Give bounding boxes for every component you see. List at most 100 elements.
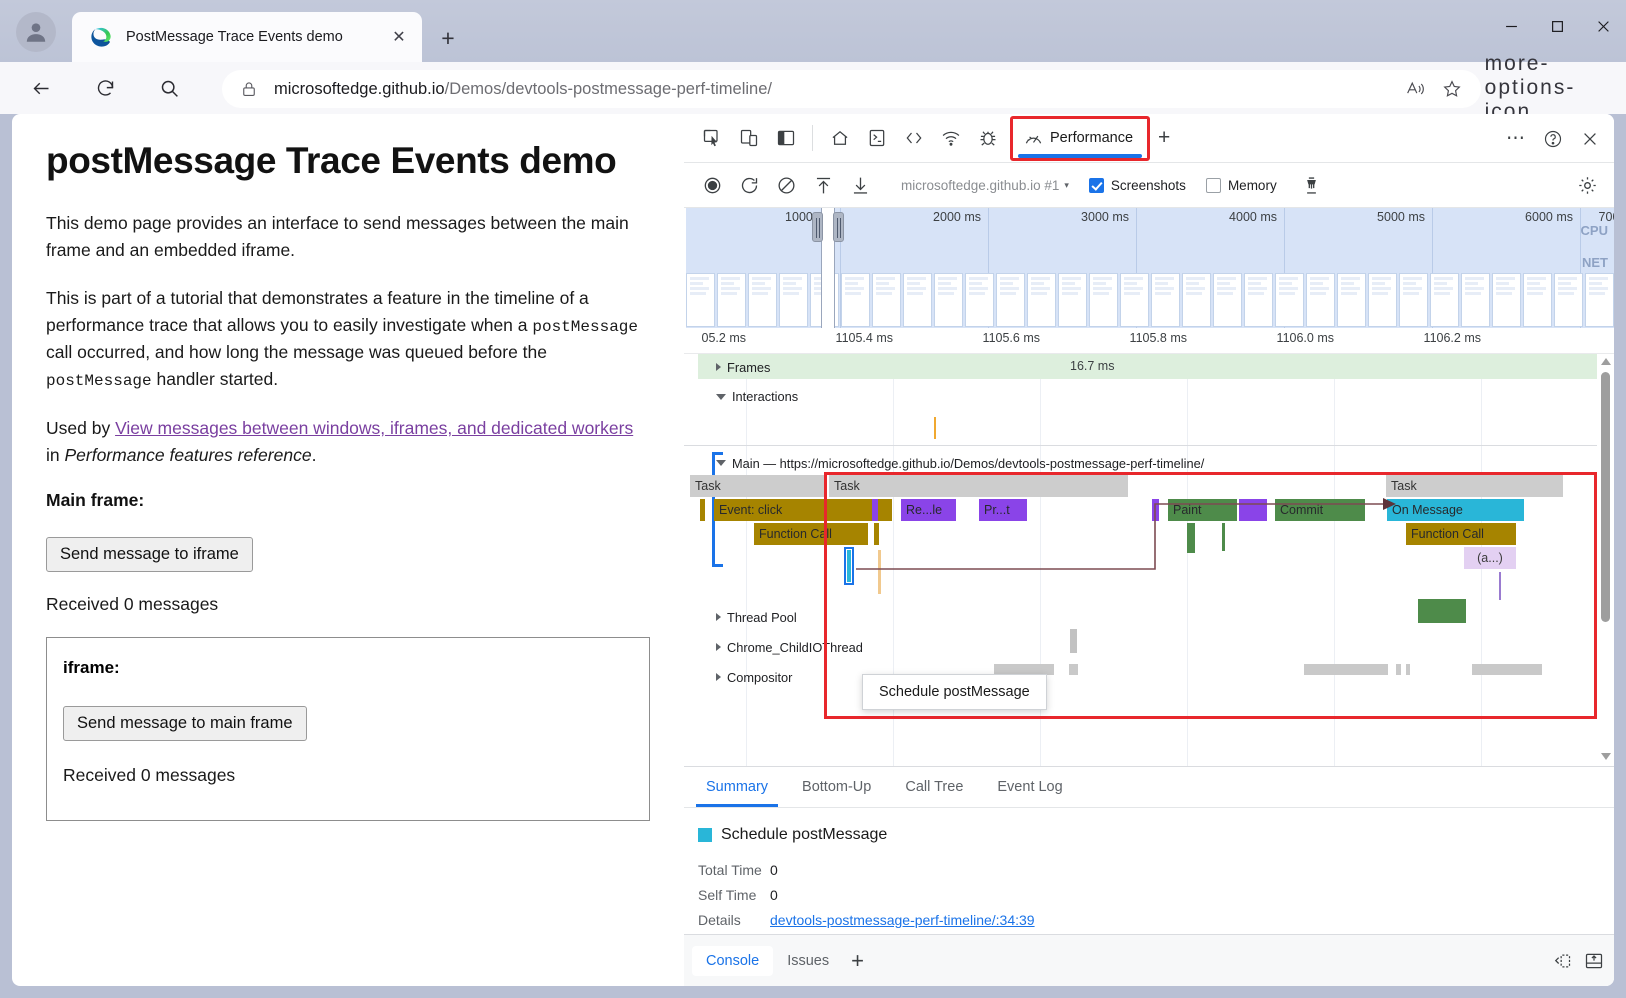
new-tab-button[interactable]: + bbox=[432, 22, 464, 54]
track-interactions[interactable]: Interactions bbox=[684, 380, 1597, 413]
filmstrip-thumb[interactable] bbox=[1306, 273, 1335, 327]
maximize-icon[interactable] bbox=[1534, 0, 1580, 52]
filmstrip-thumb[interactable] bbox=[779, 273, 808, 327]
scroll-up-arrow[interactable] bbox=[1601, 358, 1611, 365]
filmstrip-thumb[interactable] bbox=[1151, 273, 1180, 327]
overview-left-handle[interactable] bbox=[812, 212, 823, 242]
memory-checkbox-box[interactable] bbox=[1206, 178, 1221, 193]
drawer-add-tab-button[interactable]: + bbox=[851, 948, 864, 974]
filmstrip-thumb[interactable] bbox=[934, 273, 963, 327]
filmstrip-thumb[interactable] bbox=[1523, 273, 1552, 327]
read-aloud-icon[interactable] bbox=[1401, 76, 1431, 102]
flame-bar-task[interactable]: Task bbox=[690, 475, 827, 497]
flame-scrollbar[interactable] bbox=[1599, 354, 1612, 766]
filmstrip-thumb[interactable] bbox=[1554, 273, 1583, 327]
memory-checkbox[interactable]: Memory bbox=[1206, 178, 1277, 193]
thread-pool-bar[interactable] bbox=[1418, 599, 1466, 623]
filmstrip-thumb[interactable] bbox=[903, 273, 932, 327]
save-profile-icon[interactable] bbox=[844, 169, 877, 202]
expand-triangle-icon[interactable] bbox=[716, 643, 721, 651]
collect-garbage-icon[interactable] bbox=[1295, 169, 1328, 202]
filmstrip-thumb[interactable] bbox=[1368, 273, 1397, 327]
minimize-icon[interactable] bbox=[1488, 0, 1534, 52]
flame-bar-small[interactable] bbox=[1187, 523, 1195, 553]
filmstrip-thumb[interactable] bbox=[1430, 273, 1459, 327]
record-circle-icon[interactable] bbox=[696, 169, 729, 202]
tab-summary[interactable]: Summary bbox=[689, 767, 785, 807]
filmstrip-thumb[interactable] bbox=[1089, 273, 1118, 327]
screenshots-checkbox-box[interactable] bbox=[1089, 178, 1104, 193]
filmstrip-thumb[interactable] bbox=[1399, 273, 1428, 327]
star-favorite-icon[interactable] bbox=[1437, 76, 1467, 102]
flame-bar-task[interactable]: Task bbox=[1386, 475, 1563, 497]
filmstrip-thumb[interactable] bbox=[1027, 273, 1056, 327]
open-drawer-icon[interactable] bbox=[1584, 951, 1604, 971]
load-profile-icon[interactable] bbox=[807, 169, 840, 202]
compositor-bar[interactable] bbox=[1396, 664, 1401, 675]
flame-bar-function-call[interactable]: Function Call bbox=[754, 523, 868, 545]
flame-bar-small[interactable] bbox=[1499, 572, 1501, 600]
help-icon[interactable] bbox=[1534, 120, 1571, 157]
filmstrip-thumb[interactable] bbox=[1058, 273, 1087, 327]
reload-and-record-icon[interactable] bbox=[733, 169, 766, 202]
docs-link[interactable]: View messages between windows, iframes, … bbox=[115, 418, 633, 438]
filmstrip-thumb[interactable] bbox=[1461, 273, 1490, 327]
track-compositor[interactable]: Compositor bbox=[684, 662, 1597, 692]
drawer-tab-issues[interactable]: Issues bbox=[773, 946, 843, 976]
flame-bar-anonymous[interactable]: (a...) bbox=[1464, 547, 1516, 569]
network-wifi-icon[interactable] bbox=[932, 120, 969, 157]
timeline-overview[interactable]: 1000 ms 2000 ms 3000 ms 4000 ms 5000 ms … bbox=[684, 208, 1614, 328]
profile-avatar-icon[interactable] bbox=[16, 12, 56, 52]
filmstrip-thumb[interactable] bbox=[748, 273, 777, 327]
filmstrip-thumb[interactable] bbox=[1585, 273, 1614, 327]
collapse-triangle-icon[interactable] bbox=[716, 394, 726, 400]
filmstrip-thumb[interactable] bbox=[1275, 273, 1304, 327]
send-message-to-main-frame-button[interactable]: Send message to main frame bbox=[63, 706, 307, 741]
screenshots-checkbox[interactable]: Screenshots bbox=[1089, 178, 1186, 193]
dock-panel-icon[interactable] bbox=[767, 120, 804, 157]
send-message-to-iframe-button[interactable]: Send message to iframe bbox=[46, 537, 253, 572]
quick-source-icon[interactable] bbox=[1552, 951, 1572, 971]
recording-target-selector[interactable]: microsoftedge.github.io #1 ▾ bbox=[901, 178, 1069, 193]
filmstrip-thumb[interactable] bbox=[1182, 273, 1211, 327]
flame-bar-event-click[interactable]: Event: click bbox=[714, 499, 892, 521]
more-options-icon[interactable]: more-options-icon bbox=[1508, 76, 1552, 100]
filmstrip-thumb[interactable] bbox=[996, 273, 1025, 327]
expand-triangle-icon[interactable] bbox=[716, 673, 721, 681]
filmstrip-thumb[interactable] bbox=[965, 273, 994, 327]
add-panel-button[interactable]: + bbox=[1158, 126, 1170, 150]
filmstrip-thumb[interactable] bbox=[1244, 273, 1273, 327]
close-tab-icon[interactable]: ✕ bbox=[386, 24, 412, 50]
flame-bar-paint[interactable]: Paint bbox=[1168, 499, 1237, 521]
close-window-icon[interactable] bbox=[1580, 0, 1626, 52]
compositor-bar[interactable] bbox=[1472, 664, 1542, 675]
compositor-bar[interactable] bbox=[1304, 664, 1388, 675]
expand-triangle-icon[interactable] bbox=[716, 613, 721, 621]
close-devtools-icon[interactable] bbox=[1571, 120, 1608, 157]
filmstrip-thumb[interactable] bbox=[1120, 273, 1149, 327]
filmstrip-thumb[interactable] bbox=[1337, 273, 1366, 327]
code-brackets-icon[interactable] bbox=[895, 120, 932, 157]
tab-bottom-up[interactable]: Bottom-Up bbox=[785, 767, 888, 807]
track-main[interactable]: Main — https://microsoftedge.github.io/D… bbox=[684, 449, 1597, 477]
tab-performance[interactable]: Performance bbox=[1015, 121, 1145, 156]
flame-bar-small[interactable] bbox=[1152, 499, 1159, 521]
scroll-down-arrow[interactable] bbox=[1601, 753, 1611, 760]
filmstrip-thumb[interactable] bbox=[841, 273, 870, 327]
child-io-bar[interactable] bbox=[1070, 629, 1077, 653]
device-toggle-icon[interactable] bbox=[730, 120, 767, 157]
home-icon[interactable] bbox=[821, 120, 858, 157]
flame-bar-task[interactable]: Task bbox=[829, 475, 1128, 497]
console-terminal-icon[interactable] bbox=[858, 120, 895, 157]
filmstrip-thumb[interactable] bbox=[1492, 273, 1521, 327]
search-icon[interactable] bbox=[154, 73, 184, 103]
flame-bar-small[interactable] bbox=[700, 499, 705, 521]
compositor-bar[interactable] bbox=[1406, 664, 1410, 675]
gear-settings-icon[interactable] bbox=[1571, 169, 1604, 202]
bug-icon[interactable] bbox=[969, 120, 1006, 157]
drawer-tab-console[interactable]: Console bbox=[692, 946, 773, 976]
tab-event-log[interactable]: Event Log bbox=[980, 767, 1079, 807]
filmstrip-thumb[interactable] bbox=[686, 273, 715, 327]
back-arrow-icon[interactable] bbox=[26, 73, 56, 103]
flame-bar-small[interactable] bbox=[874, 523, 879, 545]
